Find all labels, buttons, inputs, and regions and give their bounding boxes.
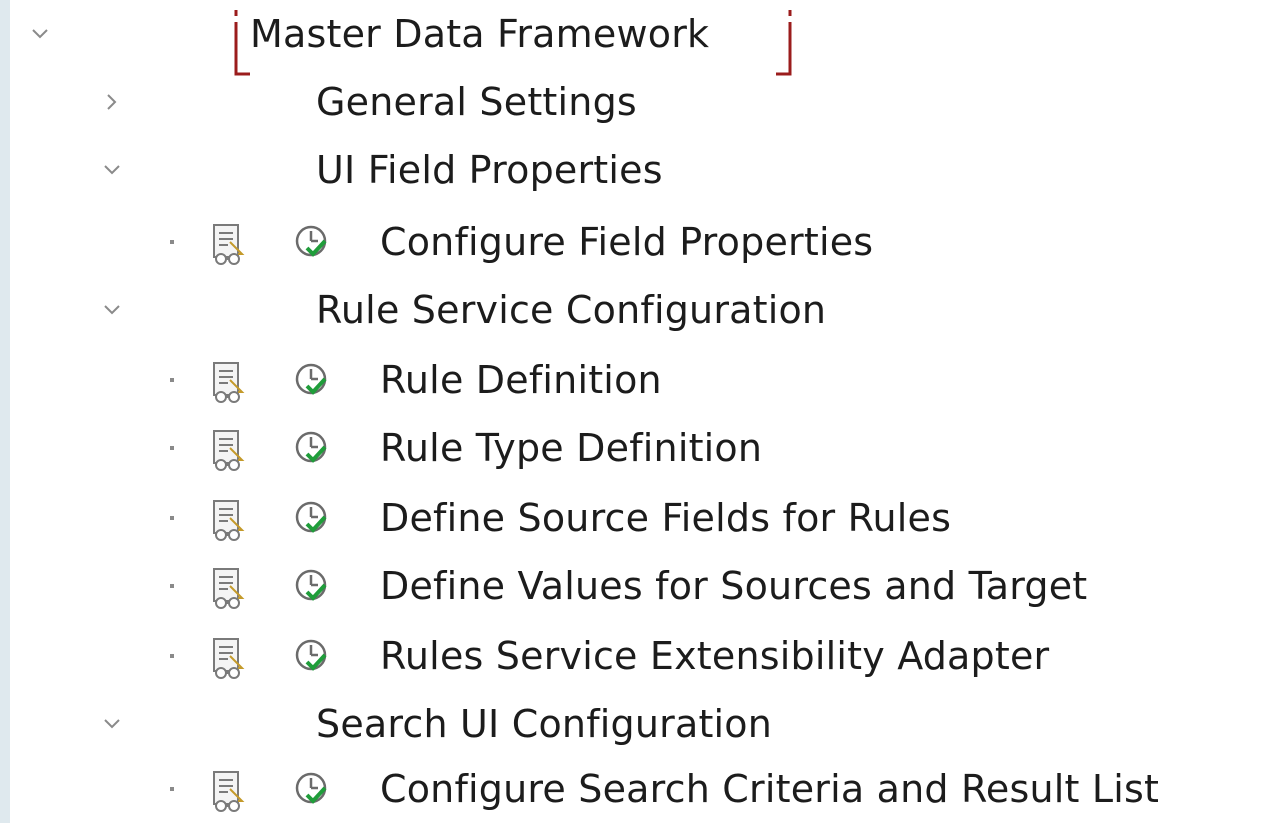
execute-activity-icon[interactable] — [292, 768, 336, 812]
activity-documentation-icon[interactable] — [208, 222, 252, 266]
tree-node-master-data-framework[interactable]: Master Data Framework — [0, 0, 1276, 76]
activity-documentation-icon[interactable] — [208, 498, 252, 542]
tree-activity-rule-type-definition[interactable]: Rule Type Definition — [0, 414, 1276, 482]
chevron-down-icon[interactable] — [98, 150, 126, 190]
execute-activity-icon[interactable] — [292, 635, 336, 679]
execute-activity-icon[interactable] — [292, 221, 336, 265]
tree-node-label[interactable]: UI Field Properties — [316, 142, 663, 198]
activity-documentation-icon[interactable] — [208, 360, 252, 404]
tree-node-label[interactable]: Define Source Fields for Rules — [380, 490, 951, 546]
tree-activity-rules-service-extensibility-adapter[interactable]: Rules Service Extensibility Adapter — [0, 622, 1276, 690]
tree-bullet — [170, 378, 174, 382]
tree-node-label[interactable]: Configure Search Criteria and Result Lis… — [380, 761, 1159, 817]
tree-bullet — [170, 240, 174, 244]
tree-activity-rule-definition[interactable]: Rule Definition — [0, 346, 1276, 414]
tree-node-general-settings[interactable]: General Settings — [0, 68, 1276, 136]
tree-activity-define-values[interactable]: Define Values for Sources and Target — [0, 552, 1276, 620]
tree-node-label[interactable]: Search UI Configuration — [316, 696, 772, 752]
tree-node-label[interactable]: Rules Service Extensibility Adapter — [380, 628, 1049, 684]
activity-documentation-icon[interactable] — [208, 566, 252, 610]
tree-node-rule-service-configuration[interactable]: Rule Service Configuration — [0, 276, 1276, 344]
tree-bullet — [170, 446, 174, 450]
tree-node-ui-field-properties[interactable]: UI Field Properties — [0, 136, 1276, 204]
chevron-right-icon[interactable] — [98, 82, 126, 122]
tree-activity-configure-field-properties[interactable]: Configure Field Properties — [0, 208, 1276, 276]
tree-activity-define-source-fields[interactable]: Define Source Fields for Rules — [0, 484, 1276, 552]
chevron-down-icon[interactable] — [26, 14, 54, 54]
activity-documentation-icon[interactable] — [208, 769, 252, 813]
tree-node-label[interactable]: Master Data Framework — [250, 6, 709, 62]
tree-bullet — [170, 516, 174, 520]
tree-node-label[interactable]: General Settings — [316, 74, 637, 130]
execute-activity-icon[interactable] — [292, 359, 336, 403]
customizing-tree: Master Data Framework General Settings U… — [0, 0, 1276, 823]
tree-node-label[interactable]: Rule Type Definition — [380, 420, 762, 476]
tree-bullet — [170, 584, 174, 588]
execute-activity-icon[interactable] — [292, 565, 336, 609]
tree-node-label[interactable]: Define Values for Sources and Target — [380, 558, 1087, 614]
execute-activity-icon[interactable] — [292, 497, 336, 541]
chevron-down-icon[interactable] — [98, 704, 126, 744]
activity-documentation-icon[interactable] — [208, 636, 252, 680]
tree-node-label[interactable]: Rule Definition — [380, 352, 662, 408]
tree-node-label[interactable]: Rule Service Configuration — [316, 282, 826, 338]
tree-node-search-ui-configuration[interactable]: Search UI Configuration — [0, 690, 1276, 758]
tree-bullet — [170, 654, 174, 658]
activity-documentation-icon[interactable] — [208, 428, 252, 472]
tree-bullet — [170, 787, 174, 791]
execute-activity-icon[interactable] — [292, 427, 336, 471]
tree-activity-configure-search-criteria[interactable]: Configure Search Criteria and Result Lis… — [0, 755, 1276, 823]
chevron-down-icon[interactable] — [98, 290, 126, 330]
tree-node-label[interactable]: Configure Field Properties — [380, 214, 873, 270]
